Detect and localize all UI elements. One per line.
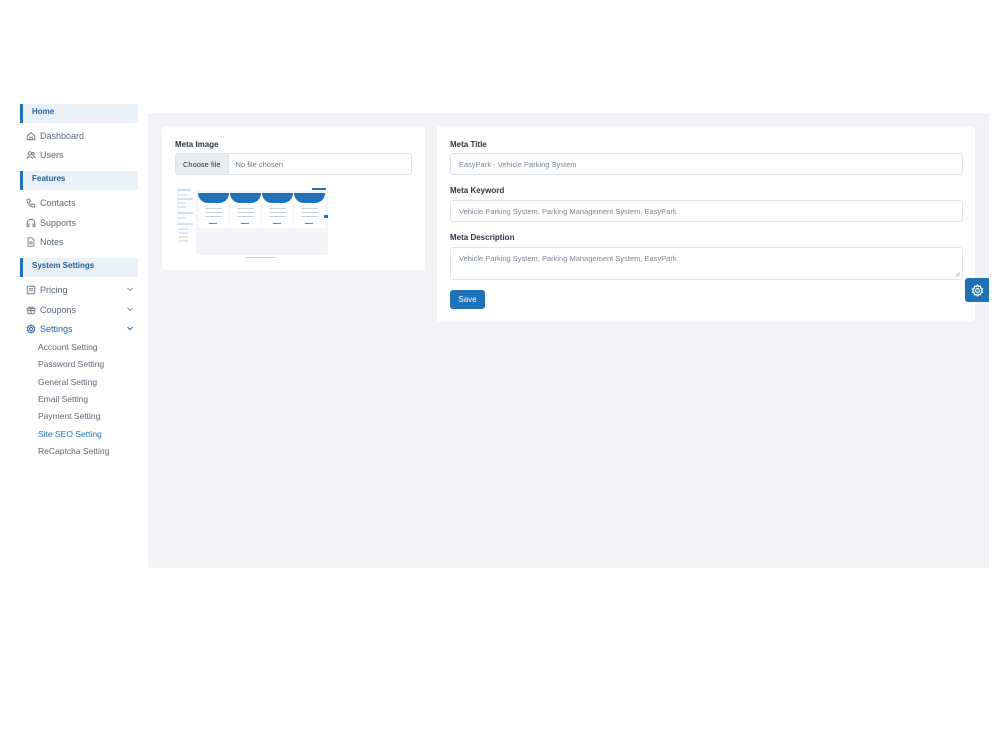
chevron-down-icon[interactable]: [126, 324, 134, 332]
section-features: Features: [20, 171, 138, 190]
sidebar-item-dashboard[interactable]: Dashboard: [25, 128, 140, 144]
sidebar-item-label: Notes: [40, 237, 64, 247]
file-status-text: No file chosen: [235, 159, 284, 169]
floating-settings-button[interactable]: [965, 278, 989, 302]
meta-description-label: Meta Description: [450, 233, 515, 242]
sidebar-item-settings[interactable]: Settings: [25, 321, 140, 337]
sidebar-subitem-site-seo-setting[interactable]: Site SEO Setting: [38, 429, 102, 439]
chevron-down-icon[interactable]: [126, 285, 134, 293]
meta-image-card: Meta Image Choose file No file chosen: [162, 126, 425, 270]
sidebar-item-label: Supports: [40, 218, 77, 228]
preview-sidebar: [175, 187, 195, 247]
sidebar-item-notes[interactable]: Notes: [25, 234, 140, 250]
meta-title-input[interactable]: EasyPark - Vehicle Parking System: [450, 153, 963, 175]
sidebar-subitem-email-setting[interactable]: Email Setting: [38, 394, 88, 404]
main-content: Meta Image Choose file No file chosen Me…: [148, 100, 989, 568]
meta-title-label: Meta Title: [450, 140, 487, 149]
sidebar-subitem-password-setting[interactable]: Password Setting: [38, 359, 104, 369]
section-home: Home: [20, 104, 138, 123]
sidebar: Home Dashboard Users Features Contacts S…: [0, 100, 148, 570]
list-icon: [25, 285, 36, 296]
meta-image-file-input[interactable]: Choose file No file chosen: [175, 153, 412, 175]
sidebar-subitem-general-setting[interactable]: General Setting: [38, 377, 97, 387]
meta-description-value: Vehicle Parking System, Parking Manageme…: [459, 254, 677, 263]
choose-file-button[interactable]: Choose file: [176, 154, 229, 174]
sidebar-item-label: Settings: [40, 324, 73, 334]
sidebar-item-label: Contacts: [40, 198, 76, 208]
meta-keyword-input[interactable]: Vehicle Parking System, Parking Manageme…: [450, 200, 963, 222]
sidebar-item-label: Dashboard: [40, 131, 85, 141]
gift-icon: [25, 305, 36, 316]
home-icon: [25, 131, 36, 142]
sidebar-subitem-recaptcha-setting[interactable]: ReCaptcha Setting: [38, 446, 109, 456]
sidebar-subitem-account-setting[interactable]: Account Setting: [38, 342, 98, 352]
sidebar-item-coupons[interactable]: Coupons: [25, 302, 140, 318]
meta-image-preview: [175, 184, 329, 258]
sidebar-item-pricing[interactable]: Pricing: [25, 282, 140, 298]
resize-handle-icon[interactable]: [955, 272, 960, 277]
meta-description-textarea[interactable]: Vehicle Parking System, Parking Manageme…: [450, 247, 963, 280]
phone-icon: [25, 198, 36, 209]
sidebar-item-label: Pricing: [40, 285, 68, 295]
headphones-icon: [25, 218, 36, 229]
sidebar-item-users[interactable]: Users: [25, 147, 140, 163]
gear-icon: [25, 324, 36, 335]
file-icon: [25, 237, 36, 248]
meta-seo-card: Meta Title EasyPark - Vehicle Parking Sy…: [437, 126, 975, 322]
main-top-strip: [148, 100, 989, 113]
meta-image-label: Meta Image: [175, 140, 219, 149]
gear-icon: [971, 283, 983, 297]
preview-main: [196, 187, 328, 258]
users-icon: [25, 150, 36, 161]
sidebar-item-label: Users: [40, 150, 64, 160]
save-button[interactable]: Save: [450, 290, 485, 309]
sidebar-subitem-payment-setting[interactable]: Payment Setting: [38, 411, 100, 421]
sidebar-item-label: Coupons: [40, 305, 77, 315]
meta-keyword-label: Meta Keyword: [450, 186, 505, 195]
section-system-settings: System Settings: [20, 258, 138, 277]
chevron-down-icon[interactable]: [126, 305, 134, 313]
sidebar-item-supports[interactable]: Supports: [25, 215, 140, 231]
sidebar-item-contacts[interactable]: Contacts: [25, 195, 140, 211]
